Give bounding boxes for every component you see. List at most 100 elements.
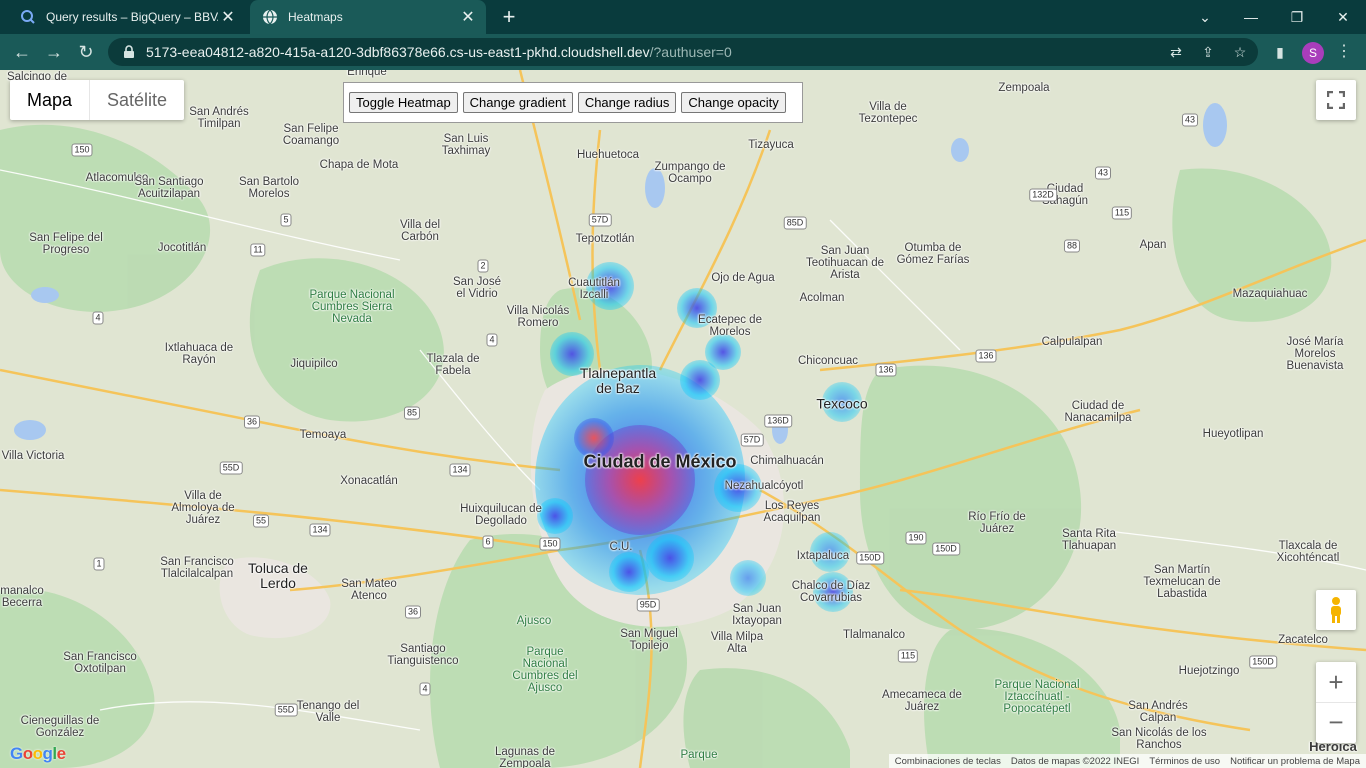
- place-label: Santiago Tianguistenco: [387, 643, 459, 667]
- place-label: Tlaxcala de Xicohténcatl: [1276, 540, 1340, 564]
- place-label: Parque: [680, 749, 718, 761]
- place-label: Tizayuca: [748, 139, 794, 151]
- report-problem-link[interactable]: Notificar un problema de Mapa: [1230, 756, 1360, 767]
- close-icon[interactable]: ✕: [218, 7, 238, 27]
- place-label: Parque Nacional Iztaccíhuatl - Popocatép…: [994, 679, 1080, 715]
- keyboard-shortcuts-link[interactable]: Combinaciones de teclas: [895, 756, 1001, 767]
- map-canvas[interactable]: Ciudad de México Tlalnepantla de Baz Tex…: [0, 70, 1366, 768]
- place-label: Chimalhuacán: [750, 455, 824, 467]
- road-shield: 1: [93, 557, 105, 571]
- place-label: San Luis Taxhimay: [441, 133, 491, 157]
- zoom-in-button[interactable]: +: [1316, 663, 1356, 703]
- road-shield: 150: [539, 537, 561, 551]
- zoom-out-button[interactable]: −: [1316, 703, 1356, 743]
- place-label: San Andrés Timilpan: [189, 106, 249, 130]
- road-shield: 150D: [856, 551, 884, 565]
- road-shield: 43: [1181, 113, 1199, 127]
- address-bar[interactable]: 5173-eea04812-a820-415a-a120-3dbf86378e6…: [108, 38, 1258, 66]
- place-label: Villa Milpa Alta: [710, 631, 764, 655]
- profile-avatar[interactable]: S: [1302, 42, 1324, 64]
- place-label: Amecameca de Juárez: [882, 689, 962, 713]
- place-label: C.U.: [609, 541, 633, 553]
- place-label: Villa Victoria: [1, 450, 65, 462]
- place-label: Tlalnepantla de Baz: [579, 365, 657, 396]
- map-type-control: Mapa Satélite: [10, 80, 185, 120]
- back-icon[interactable]: ←: [10, 40, 34, 64]
- more-menu-icon[interactable]: ⋮: [1334, 42, 1354, 62]
- change-gradient-button[interactable]: Change gradient: [462, 92, 573, 113]
- place-label: Texcoco: [816, 395, 868, 412]
- window-close-button[interactable]: ✕: [1320, 0, 1366, 34]
- tab-bigquery[interactable]: Query results – BigQuery – BBVA ✕: [8, 0, 246, 34]
- road-shield: 4: [92, 311, 104, 325]
- map-type-mapa-button[interactable]: Mapa: [10, 80, 89, 120]
- road-shield: 115: [897, 649, 919, 663]
- place-label: Hueyotlipan: [1202, 428, 1264, 440]
- road-shield: 57D: [588, 213, 612, 227]
- street-view-pegman[interactable]: [1316, 590, 1356, 630]
- pegman-icon: [1331, 597, 1341, 623]
- road-shield: 134: [449, 463, 471, 477]
- side-panel-icon[interactable]: ▮: [1270, 42, 1290, 62]
- translate-icon[interactable]: ⇄: [1166, 42, 1186, 62]
- tab-title: Query results – BigQuery – BBVA: [46, 10, 218, 24]
- place-label: Parque Nacional Cumbres Sierra Nevada: [309, 289, 395, 325]
- place-label: Huehuetoca: [576, 149, 640, 161]
- place-label: San Santiago Acuitzilapan: [134, 176, 204, 200]
- road-shield: 150: [71, 143, 93, 157]
- map-type-satellite-button[interactable]: Satélite: [89, 80, 184, 120]
- place-label: Huejotzingo: [1178, 665, 1240, 677]
- place-label: San Miguel Topilejo: [620, 628, 678, 652]
- road-shield: 134: [309, 523, 331, 537]
- terms-link[interactable]: Términos de uso: [1149, 756, 1220, 767]
- road-shield: 4: [419, 682, 431, 696]
- forward-icon[interactable]: →: [42, 40, 66, 64]
- place-label: Zacatelco: [1278, 634, 1328, 646]
- road-shield: 6: [482, 535, 494, 549]
- heatmap-controls-panel: Toggle Heatmap Change gradient Change ra…: [343, 82, 803, 123]
- road-shield: 132D: [1029, 188, 1057, 202]
- restore-button[interactable]: ❐: [1274, 0, 1320, 34]
- road-shield: 190: [905, 531, 927, 545]
- place-label: Chiconcuac: [797, 355, 859, 367]
- road-shield: 43: [1094, 166, 1112, 180]
- place-label: Calpulalpan: [1041, 336, 1103, 348]
- place-label: Ciudad de México: [583, 451, 737, 472]
- place-label: Ojo de Agua: [711, 272, 775, 284]
- map-data-credit: Datos de mapas ©2022 INEGI: [1010, 755, 1140, 767]
- place-label: Toluca de Lerdo: [248, 560, 308, 591]
- place-label: José María Morelos Buenavista: [1286, 336, 1344, 372]
- bookmark-star-icon[interactable]: ☆: [1230, 42, 1250, 62]
- place-label: Tenango del Valle: [296, 700, 360, 724]
- place-label: Villa del Carbón: [399, 219, 441, 243]
- place-label: Chalco de Díaz Covarrubias: [791, 580, 871, 604]
- place-label: Lagunas de Zempoala: [494, 746, 556, 768]
- change-opacity-button[interactable]: Change opacity: [681, 92, 786, 113]
- minimize-button[interactable]: —: [1228, 0, 1274, 34]
- tab-search-icon[interactable]: ⌄: [1182, 0, 1228, 34]
- reload-icon[interactable]: ↻: [74, 40, 98, 64]
- url-path: /?authuser=0: [649, 44, 732, 60]
- google-logo[interactable]: Google: [10, 744, 66, 764]
- place-label: Huixquilucan de Degollado: [460, 503, 542, 527]
- place-label: San José el Vidrio: [453, 276, 501, 300]
- change-radius-button[interactable]: Change radius: [577, 92, 677, 113]
- close-icon[interactable]: ✕: [458, 7, 478, 27]
- share-icon[interactable]: ⇪: [1198, 42, 1218, 62]
- place-label: Ixtlahuaca de Rayón: [164, 342, 234, 366]
- new-tab-button[interactable]: +: [498, 6, 520, 28]
- place-label: San Felipe Coamango: [282, 123, 340, 147]
- place-label: Tlalmanalco: [843, 629, 905, 641]
- browser-toolbar: ← → ↻ 5173-eea04812-a820-415a-a120-3dbf8…: [0, 34, 1366, 70]
- place-label: Enrique: [347, 70, 387, 78]
- map-attribution: Combinaciones de teclas Datos de mapas ©…: [888, 754, 1366, 768]
- place-label: San Martín Texmelucan de Labastida: [1143, 564, 1221, 600]
- zoom-control: + −: [1316, 662, 1356, 743]
- road-shield: 5: [280, 213, 292, 227]
- fullscreen-icon: [1327, 91, 1345, 109]
- fullscreen-button[interactable]: [1316, 80, 1356, 120]
- place-label: Apan: [1139, 239, 1167, 251]
- place-label: Nezahualcóyotl: [724, 480, 804, 492]
- toggle-heatmap-button[interactable]: Toggle Heatmap: [349, 92, 458, 113]
- tab-heatmaps[interactable]: Heatmaps ✕: [250, 0, 486, 34]
